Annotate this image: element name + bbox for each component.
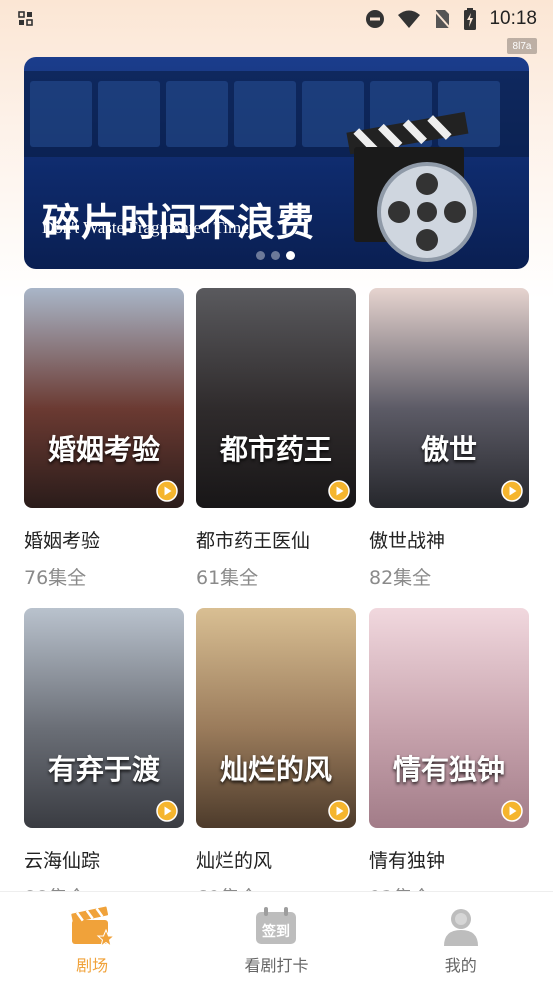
promo-banner[interactable]: 碎片时间不浪费 Don't Waste Fragmented Time — [24, 57, 529, 269]
drama-card[interactable]: 情有独钟情有独钟92集全 — [369, 608, 529, 910]
play-icon — [328, 480, 350, 502]
bottom-tab-bar: 剧场 签到 看剧打卡 我的 — [0, 891, 553, 983]
drama-title: 婚姻考验 — [24, 530, 101, 552]
clapperboard-reel-icon — [346, 111, 477, 262]
poster-title-art: 婚姻考验 — [47, 433, 160, 466]
tab-theater[interactable]: 剧场 — [22, 892, 162, 983]
status-time: 10:18 — [489, 8, 537, 29]
play-icon — [156, 480, 178, 502]
drama-poster[interactable]: 婚姻考验 — [24, 288, 184, 508]
tab-profile[interactable]: 我的 — [391, 892, 531, 983]
episode-count: 82集全 — [369, 567, 432, 589]
svg-text:签到: 签到 — [261, 923, 290, 940]
poster-title-art: 傲世 — [420, 433, 477, 466]
carousel-dot — [271, 251, 280, 260]
drama-title: 云海仙踪 — [24, 850, 101, 872]
carousel-dot-active — [286, 251, 295, 260]
drama-poster[interactable]: 情有独钟 — [369, 608, 529, 828]
user-icon — [443, 909, 478, 946]
drama-card[interactable]: 傲世傲世战神 82集全 — [369, 288, 529, 590]
drama-title: 情有独钟 — [369, 850, 446, 872]
drama-card[interactable]: 都市药王都市药王医仙 61集全 — [196, 288, 356, 590]
tab-label: 看剧打卡 — [244, 956, 309, 975]
banner-subtitle: Don't Waste Fragmented Time — [42, 218, 249, 237]
play-icon — [501, 480, 523, 502]
tab-checkin[interactable]: 签到 看剧打卡 — [206, 892, 346, 983]
play-icon — [156, 800, 178, 822]
drama-poster[interactable]: 都市药王 — [196, 288, 356, 508]
tab-label: 剧场 — [76, 956, 109, 975]
corner-badge: 8l7a — [507, 38, 537, 54]
drama-poster[interactable]: 傲世 — [369, 288, 529, 508]
drama-title: 灿烂的风 — [196, 850, 273, 872]
drama-poster[interactable]: 有弃于渡 — [24, 608, 184, 828]
battery-icon — [464, 8, 477, 30]
episode-count: 76集全 — [24, 567, 87, 589]
episode-count: 61集全 — [196, 567, 259, 589]
play-icon — [328, 800, 350, 822]
poster-title-art: 有弃于渡 — [47, 753, 160, 786]
grid-icon — [18, 11, 33, 26]
poster-title-art: 情有独钟 — [392, 753, 505, 786]
drama-title: 都市药王医仙 — [196, 530, 311, 552]
drama-title: 傲世战神 — [369, 530, 446, 552]
drama-card[interactable]: 有弃于渡云海仙踪88集全 — [24, 608, 184, 910]
checkin-calendar-icon: 签到 — [256, 907, 297, 944]
drama-card[interactable]: 灿烂的风灿烂的风69集全 — [196, 608, 356, 910]
status-bar: 10:18 — [0, 0, 553, 38]
play-icon — [501, 800, 523, 822]
poster-title-art: 灿烂的风 — [219, 753, 332, 786]
carousel-indicator — [256, 251, 295, 260]
tab-label: 我的 — [444, 956, 477, 975]
poster-title-art: 都市药王 — [219, 433, 332, 466]
clapperboard-icon — [71, 906, 115, 946]
no-sim-icon — [433, 9, 452, 29]
dnd-icon — [366, 10, 385, 28]
wifi-icon — [398, 10, 421, 28]
drama-poster[interactable]: 灿烂的风 — [196, 608, 356, 828]
carousel-dot — [256, 251, 265, 260]
drama-card[interactable]: 婚姻考验 婚姻考验 76集全 — [24, 288, 184, 590]
